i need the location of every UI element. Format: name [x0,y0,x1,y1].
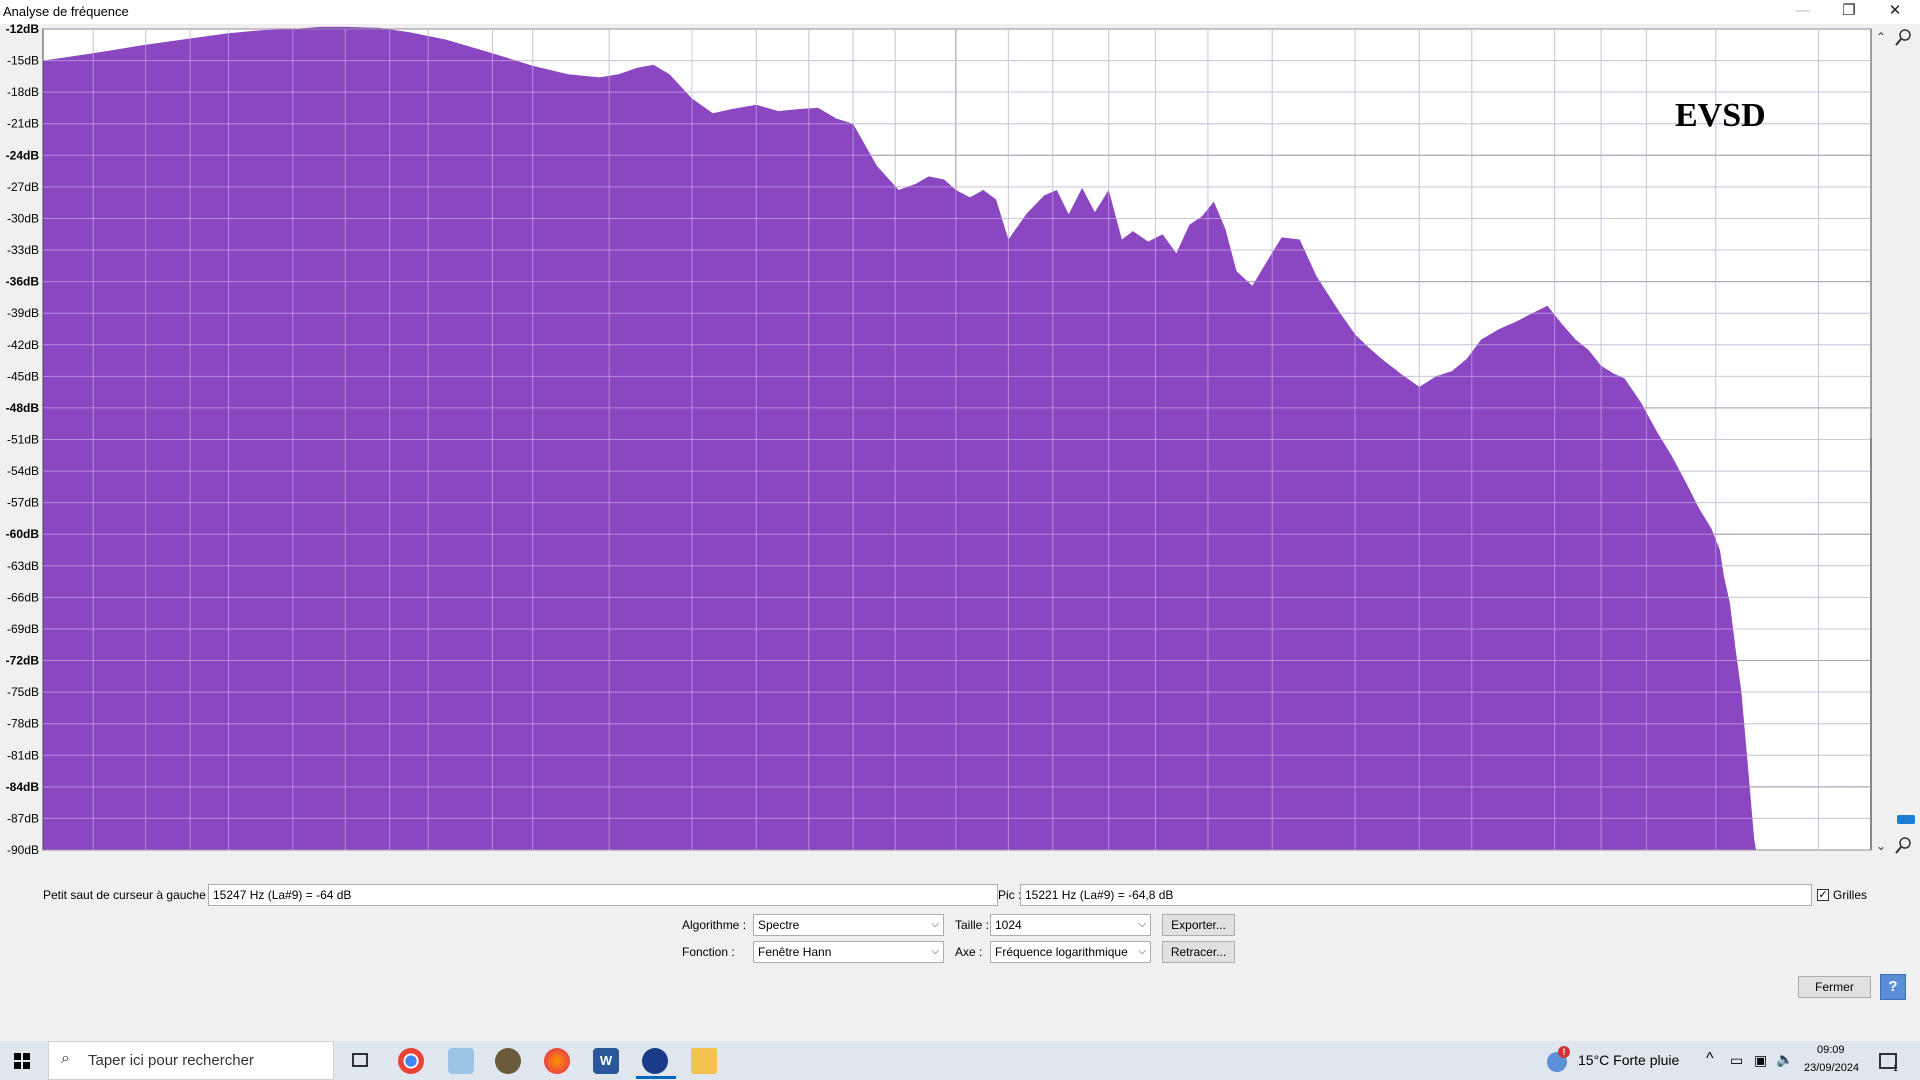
notification-count: 1 [1893,1063,1899,1073]
battery-icon[interactable]: ▣ [1754,1052,1767,1069]
chevron-down-icon: ⌵ [1138,946,1146,957]
word-icon[interactable]: W [593,1048,619,1074]
peak-value-field[interactable]: 15221 Hz (La#9) = -64,8 dB [1020,884,1812,906]
weather-alert-badge: ! [1558,1046,1570,1058]
algorithm-select[interactable]: Spectre ⌵ [753,914,944,936]
spectrum-panel: -12dB -15dB -18dB -21dB -24dB -27dB -30dB -33dB… [0,24,1920,854]
y-tick-label: -81dB [7,748,39,762]
size-select[interactable]: 1024 ⌵ [990,914,1151,936]
window-title: Analyse de fréquence [3,4,129,19]
clock-date[interactable]: 23/09/2024 [1804,1062,1859,1074]
y-tick-label: -57dB [7,496,39,510]
y-tick-label: -42dB [7,338,39,352]
function-select[interactable]: Fenêtre Hann ⌵ [753,941,944,963]
chevron-up-icon[interactable]: ^ [1706,1050,1714,1068]
y-tick-label: -87dB [7,811,39,825]
chevron-down-icon: ⌵ [931,919,939,930]
y-tick-label: -51dB [7,433,39,447]
chrome-icon[interactable] [398,1048,424,1074]
audacity-icon[interactable] [642,1048,668,1074]
chevron-down-icon: ⌵ [1138,919,1146,930]
chevron-down-icon: ⌵ [931,946,939,957]
y-tick-label: -69dB [7,622,39,636]
grid-label: Grilles [1833,888,1868,902]
weather-text[interactable]: 15°C Forte pluie [1578,1052,1679,1068]
app-icon[interactable] [495,1048,521,1074]
spectrum-chart: -12dB -15dB -18dB -21dB -24dB -27dB -30dB -33dB… [6,24,1915,854]
active-app-indicator [636,1076,676,1079]
axis-value: Fréquence logarithmique [995,945,1128,959]
axis-select[interactable]: Fréquence logarithmique ⌵ [990,941,1151,963]
firefox-icon[interactable] [544,1048,570,1074]
clock-time[interactable]: 09:09 [1817,1044,1845,1056]
function-value: Fenêtre Hann [758,945,832,959]
scroll-up-arrow-icon[interactable]: ⌃ [1876,30,1886,44]
info-row: Petit saut de curseur à gauche : 15247 H… [0,883,1920,909]
axis-label: Axe : [955,945,983,959]
file-explorer-icon[interactable] [691,1048,717,1074]
replot-button[interactable]: Retracer... [1162,941,1235,963]
network-icon[interactable]: ▭ [1730,1052,1743,1069]
scrollbar-thumb[interactable] [1870,438,1872,849]
grid-checkbox[interactable]: ✓ [1817,889,1829,901]
y-tick-label: -27dB [7,180,39,194]
help-button[interactable]: ? [1880,974,1906,1000]
scroll-down-arrow-icon[interactable]: ⌄ [1876,839,1886,853]
volume-icon[interactable]: 🔈 [1776,1051,1793,1068]
export-button[interactable]: Exporter... [1162,914,1235,936]
y-tick-label: -84dB [6,780,40,794]
minimize-button[interactable]: — [1780,0,1826,24]
zoom-in-icon[interactable] [1895,29,1911,46]
title-bar: Analyse de fréquence — ❐ ✕ [0,0,1920,24]
y-tick-label: -30dB [7,211,39,225]
size-value: 1024 [995,918,1022,932]
paint-icon[interactable] [448,1048,474,1074]
watermark-text: EVSD [1675,97,1766,134]
cursor-value-field[interactable]: 15247 Hz (La#9) = -64 dB [208,884,998,906]
y-tick-label: -48dB [6,401,40,415]
peak-label: Pic : [998,888,1022,902]
y-tick-label: -66dB [7,590,39,604]
close-button[interactable]: Fermer [1798,976,1871,998]
vertical-scrollbar[interactable] [1872,29,1888,850]
function-label: Fonction : [682,945,735,959]
close-window-button[interactable]: ✕ [1872,0,1918,24]
y-axis-labels: -12dB -15dB -18dB -21dB -24dB -27dB -30dB -33dB… [6,24,40,854]
y-tick-label: -39dB [7,306,39,320]
y-tick-label: -15dB [7,54,39,68]
algorithm-value: Spectre [758,918,800,932]
windows-start-icon[interactable] [14,1053,30,1069]
y-tick-label: -75dB [7,685,39,699]
y-tick-label: -18dB [7,85,39,99]
algorithm-label: Algorithme : [682,918,747,932]
y-tick-label: -24dB [6,148,40,162]
y-tick-label: -90dB [7,843,39,854]
y-tick-label: -72dB [6,654,40,668]
restore-button[interactable]: ❐ [1826,0,1872,24]
y-tick-label: -54dB [7,464,39,478]
task-view-icon[interactable] [352,1053,368,1067]
y-tick-label: -60dB [6,527,40,541]
size-label: Taille : [955,918,990,932]
y-tick-label: -36dB [6,275,40,289]
y-tick-label: -21dB [7,117,39,131]
cursor-label: Petit saut de curseur à gauche : [43,888,213,902]
y-tick-label: -12dB [6,24,40,36]
taskbar-search-box[interactable]: ⌕ Taper ici pour rechercher [48,1041,334,1080]
y-tick-label: -78dB [7,717,39,731]
y-tick-label: -33dB [7,243,39,257]
search-icon: ⌕ [61,1050,70,1067]
zoom-out-icon[interactable] [1895,837,1911,854]
y-tick-label: -45dB [7,369,39,383]
search-placeholder: Taper ici pour rechercher [88,1052,254,1069]
zoom-slider-handle[interactable] [1897,815,1915,824]
y-tick-label: -63dB [7,559,39,573]
